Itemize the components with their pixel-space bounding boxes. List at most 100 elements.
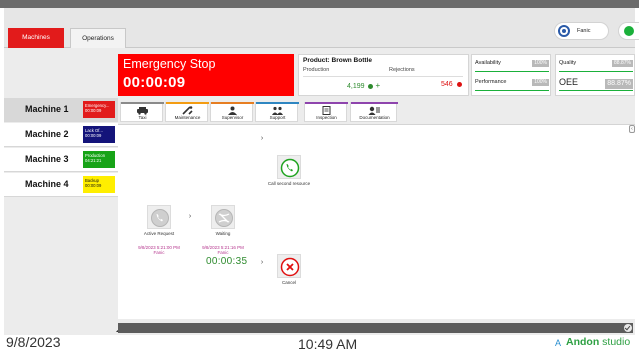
state-title: Emergency Stop	[123, 57, 216, 71]
support-icon	[272, 106, 283, 115]
brand-rest: studio	[599, 336, 631, 348]
rejections-count: 546	[441, 81, 453, 88]
documentation-icon	[368, 106, 380, 115]
machine-state-panel: Emergency Stop 00:00:09	[118, 54, 294, 96]
production-dot-icon	[368, 83, 374, 89]
taxi-icon	[137, 107, 148, 115]
rejections-dot-icon	[456, 81, 462, 87]
tab-support[interactable]: Support	[255, 102, 299, 122]
machine-item-3[interactable]: Machine 3 Production 04:21:21	[4, 148, 118, 172]
machine-status-badge: Lack Of... 00:00:09	[83, 126, 115, 143]
performance-value: 100%	[532, 79, 549, 86]
machine-status-badge: Production 04:21:21	[83, 151, 115, 168]
tab-maintenance[interactable]: Maintenance	[165, 102, 209, 122]
tools-icon	[182, 106, 193, 115]
nav-tab-operations[interactable]: Operations	[70, 28, 126, 48]
hourglass-icon	[215, 209, 233, 227]
tab-label: Maintenance	[174, 115, 201, 120]
supervisor-icon	[228, 106, 237, 115]
footer-time: 10:49 AM	[298, 336, 358, 349]
tab-label: Documentation	[359, 115, 390, 120]
connection-status[interactable]	[618, 22, 639, 40]
machine-name: Machine 3	[25, 154, 69, 164]
production-label: Production	[303, 67, 330, 73]
user-menu[interactable]: Fanic	[554, 22, 609, 40]
brand-name: Andon studio	[566, 336, 630, 348]
kpi-quality: Quality 88.87%	[559, 58, 633, 72]
rejections-value: 546	[441, 81, 462, 88]
brand-bold: Andon	[566, 336, 600, 348]
kpi-performance: Performance 100%	[475, 77, 549, 91]
user-circle-icon	[558, 25, 570, 37]
window-title-strip	[0, 0, 639, 11]
product-name: Product: Brown Bottle	[303, 57, 372, 64]
active-request-node[interactable]	[147, 205, 171, 229]
state-timer: 00:00:09	[123, 74, 186, 91]
tab-label: Supervisor	[221, 115, 244, 120]
tab-stripe	[256, 102, 299, 104]
production-count: 4,199	[347, 83, 365, 90]
kpi-panel-right: Quality 88.87% OEE 88.87%	[555, 54, 635, 96]
product-divider	[303, 76, 463, 77]
status-footer: 9/8/2023 10:49 AM A Andon studio	[0, 334, 639, 349]
tab-inspection[interactable]: Inspection	[304, 102, 348, 122]
workflow-canvas: ‹ Active Request 9/8/2023 5:21:00 PM Fan…	[118, 124, 635, 319]
cancel-label: Cancel	[281, 280, 296, 285]
machine-status-badge: Backup 00:00:09	[83, 176, 115, 193]
tab-stripe	[166, 102, 209, 104]
nav-tab-machines[interactable]: Machines	[8, 28, 64, 48]
production-value: 4,199 +	[347, 81, 380, 90]
machine-item-2[interactable]: Machine 2 Lack Of... 00:00:09	[4, 123, 118, 147]
cancel-x-icon	[280, 257, 300, 277]
machine-name: Machine 4	[25, 179, 69, 189]
tab-stripe	[351, 102, 398, 104]
app-frame: Machines Operations Fanic Emergency Stop…	[4, 8, 639, 335]
waiting-label: Waiting	[215, 231, 231, 236]
phone-call-icon	[151, 209, 169, 227]
tab-label: Support	[269, 115, 286, 120]
panel-collapse-handle[interactable]: ‹	[629, 125, 635, 133]
tab-stripe	[211, 102, 254, 104]
performance-label: Performance	[475, 79, 507, 85]
phone-green-icon	[280, 158, 300, 178]
machine-name: Machine 2	[25, 129, 69, 139]
tab-documentation[interactable]: Documentation	[350, 102, 398, 122]
oee-label: OEE	[559, 77, 579, 87]
tab-supervisor[interactable]: Supervisor	[210, 102, 254, 122]
waiting-user: Fanic	[217, 250, 229, 255]
active-request-user: Fanic	[153, 250, 165, 255]
tab-stripe	[305, 102, 348, 104]
kpi-oee: OEE 88.87%	[559, 77, 633, 91]
add-production-icon[interactable]: +	[375, 81, 380, 90]
rejections-label: Rejections	[389, 67, 415, 73]
chevron-right-icon: ›	[260, 259, 264, 266]
tab-taxi[interactable]: Taxi	[120, 102, 164, 122]
machine-item-1[interactable]: Machine 1 Emergency... 00:00:09	[4, 98, 118, 122]
status-dot-icon	[624, 26, 634, 36]
oee-value: 88.87%	[605, 79, 633, 89]
bottom-action-bar	[118, 323, 633, 333]
brand-logo-icon: A	[555, 338, 562, 348]
machine-name: Machine 1	[25, 104, 69, 114]
chevron-right-icon: ›	[188, 213, 192, 220]
availability-value: 100%	[532, 60, 549, 67]
tab-label: Taxi	[138, 115, 147, 120]
waiting-node[interactable]	[211, 205, 235, 229]
footer-date: 9/8/2023	[6, 334, 61, 349]
call-second-resource-node[interactable]	[277, 155, 301, 179]
tab-label: Inspection	[316, 115, 337, 120]
tab-stripe	[121, 102, 164, 104]
check-icon[interactable]	[624, 324, 632, 332]
content-tab-bar: Taxi Maintenance Supervisor Support Insp…	[118, 100, 635, 124]
top-navbar: Machines Operations Fanic	[4, 8, 639, 48]
quality-value: 88.87%	[612, 60, 633, 67]
machine-status-badge: Emergency... 00:00:09	[83, 101, 115, 118]
kpi-panel-left: Availability 100% Performance 100%	[471, 54, 551, 96]
kpi-availability: Availability 100%	[475, 58, 549, 72]
cancel-node[interactable]	[277, 254, 301, 278]
machine-item-4[interactable]: Machine 4 Backup 00:00:09	[4, 173, 118, 197]
availability-label: Availability	[475, 60, 501, 66]
waiting-elapsed-timer: 00:00:35	[206, 256, 248, 267]
window-controls[interactable]	[585, 1, 625, 11]
inspection-icon	[322, 106, 331, 115]
